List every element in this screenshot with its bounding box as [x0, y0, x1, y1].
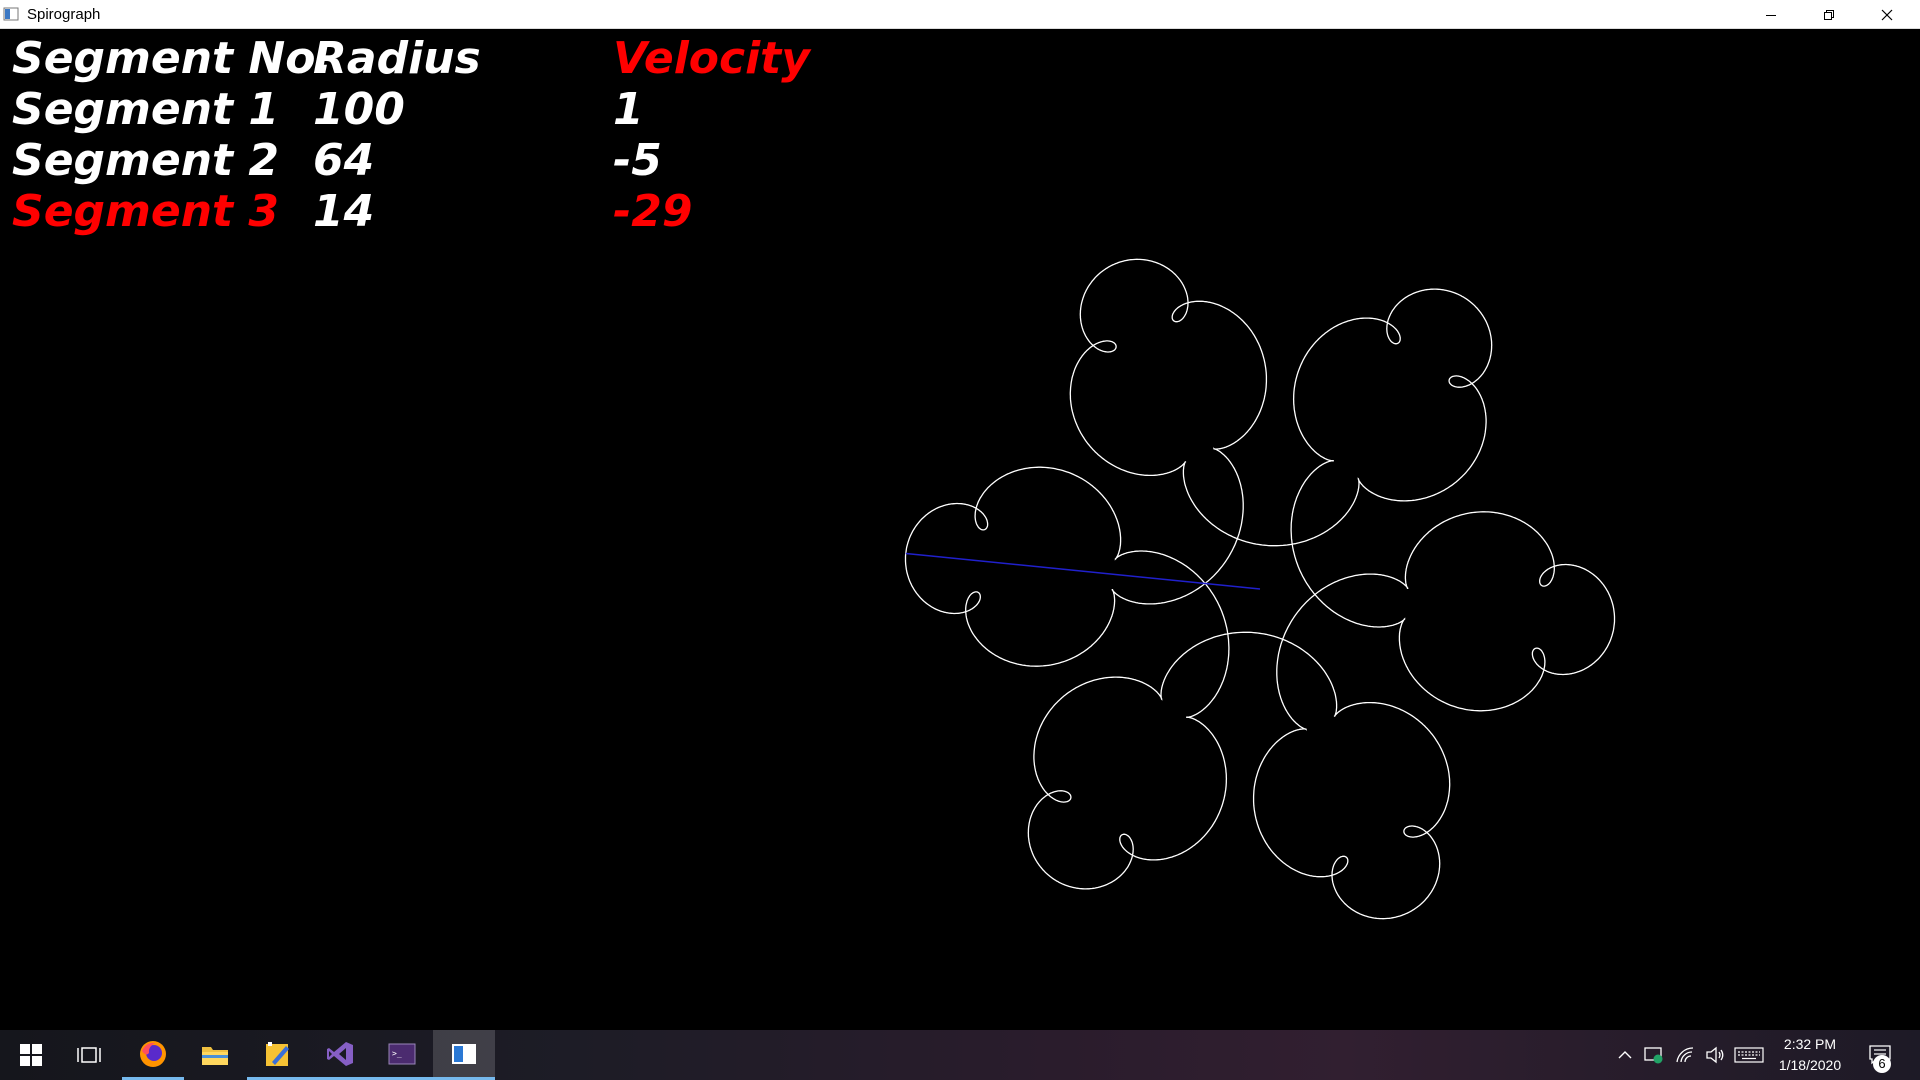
taskbar-firefox[interactable] — [122, 1030, 184, 1080]
restore-icon — [1824, 9, 1834, 20]
taskbar-terminal[interactable]: >_ — [371, 1030, 433, 1080]
taskbar-visual-studio[interactable] — [309, 1030, 371, 1080]
svg-text:>_: >_ — [392, 1049, 402, 1058]
windows-logo-icon — [20, 1044, 42, 1066]
close-icon — [1881, 9, 1893, 20]
segment-arm-chain — [905, 552, 1261, 590]
close-button[interactable] — [1858, 0, 1916, 29]
security-icon — [1644, 1047, 1663, 1064]
chevron-up-icon — [1618, 1051, 1632, 1059]
start-button[interactable] — [0, 1030, 62, 1080]
taskbar-editor[interactable] — [247, 1030, 309, 1080]
notification-count-badge: 6 — [1873, 1055, 1891, 1073]
tray-network[interactable] — [1672, 1043, 1698, 1067]
task-view-icon — [77, 1047, 101, 1063]
tray-security[interactable] — [1641, 1043, 1667, 1067]
task-view-button[interactable] — [58, 1030, 120, 1080]
spirograph-drawing — [904, 258, 1616, 920]
app-icon — [3, 7, 19, 21]
taskbar-spirograph[interactable] — [433, 1030, 495, 1080]
restore-button[interactable] — [1800, 0, 1858, 29]
pen-icon — [266, 1041, 289, 1066]
window-icon — [452, 1043, 476, 1064]
spirograph-canvas[interactable]: Segment No. Radius Velocity Segment 1 10… — [0, 29, 1920, 1030]
taskbar-file-explorer[interactable] — [184, 1030, 246, 1080]
show-hidden-icons[interactable] — [1614, 1043, 1636, 1067]
wifi-icon — [1676, 1047, 1694, 1063]
firefox-icon — [140, 1040, 166, 1067]
tray-volume[interactable] — [1702, 1043, 1728, 1067]
title-bar: Spirograph — [0, 0, 1920, 29]
minimize-button[interactable] — [1742, 0, 1800, 29]
folder-icon — [202, 1047, 228, 1065]
speaker-icon — [1706, 1046, 1724, 1064]
minimize-icon — [1766, 14, 1776, 16]
terminal-icon: >_ — [388, 1043, 416, 1064]
clock-time: 2:32 PM — [1783, 1036, 1837, 1052]
visual-studio-icon — [327, 1041, 353, 1066]
window-title: Spirograph — [27, 6, 101, 23]
taskbar: >_ 2:32 PM 1/18/2020 6 — [0, 1030, 1920, 1080]
clock-date: 1/18/2020 — [1778, 1057, 1842, 1073]
